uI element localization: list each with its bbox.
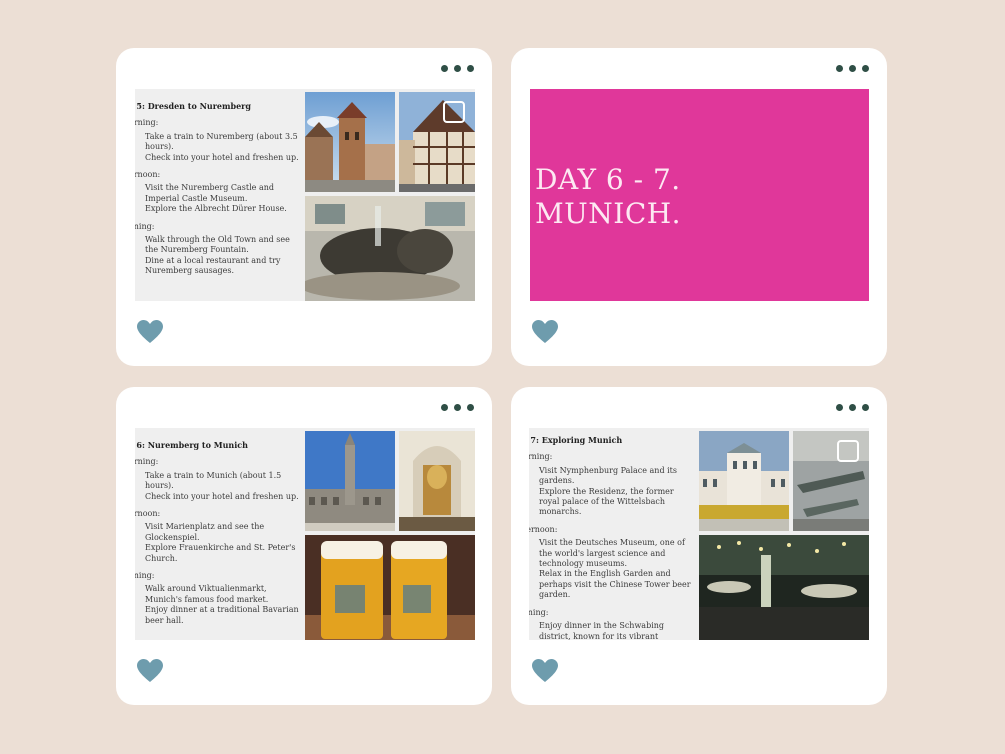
- list-item: Take a train to Nuremberg (about 3.5 hou…: [145, 131, 298, 152]
- heart-icon[interactable]: [532, 659, 558, 683]
- section-label: orning:: [135, 457, 159, 467]
- slide-title: y 7: Exploring Munich: [529, 435, 623, 445]
- museum-photo: [793, 431, 869, 531]
- list-item: Walk around Viktualienmarkt, Munich's fa…: [145, 584, 269, 604]
- castle-photo: [305, 92, 395, 192]
- heart-icon[interactable]: [137, 659, 163, 683]
- list-item: Enjoy dinner at a traditional Bavarian b…: [145, 605, 299, 625]
- slide-preview[interactable]: DAY 6 - 7. MUNICH.: [530, 89, 869, 301]
- more-dots-icon[interactable]: [836, 65, 869, 72]
- palace-photo: [699, 431, 789, 531]
- more-dots-icon[interactable]: [836, 404, 869, 411]
- list-item: Check into your hotel and freshen up.: [145, 491, 299, 501]
- post-card-munich-title: DAY 6 - 7. MUNICH.: [511, 48, 887, 366]
- itinerary-text: y 6: Nuremberg to Munich orning: Take a …: [135, 440, 299, 633]
- list-item: Enjoy dinner in the Schwabing district, …: [539, 621, 665, 640]
- fountain-photo: [305, 196, 475, 301]
- more-dots-icon[interactable]: [441, 65, 474, 72]
- itinerary-text: y 7: Exploring Munich orning: Visit Nymp…: [529, 435, 693, 640]
- section-label: ening:: [135, 221, 155, 231]
- list-item: Check into your hotel and freshen up.: [145, 152, 299, 162]
- slide-preview[interactable]: y 6: Nuremberg to Munich orning: Take a …: [135, 428, 475, 640]
- heart-icon[interactable]: [137, 320, 163, 344]
- post-card-day5: y 5: Dresden to Nuremberg orning: Take a…: [116, 48, 492, 366]
- list-item: Visit Nymphenburg Palace and its gardens…: [539, 465, 677, 486]
- section-label: ernoon:: [135, 509, 161, 519]
- section-label: orning:: [529, 452, 553, 462]
- list-item: Relax in the English Garden and perhaps …: [539, 569, 691, 600]
- list-item: Explore the Albrecht Dürer House.: [145, 204, 287, 214]
- gallery-icon: [443, 101, 465, 123]
- itinerary-text: y 5: Dresden to Nuremberg orning: Take a…: [135, 101, 299, 284]
- section-label: orning:: [135, 118, 159, 128]
- slide-heading: DAY 6 - 7. MUNICH.: [535, 163, 681, 231]
- section-label: ternoon:: [529, 524, 558, 534]
- section-label: ening:: [529, 607, 549, 617]
- beer-photo: [305, 535, 475, 640]
- list-item: Visit the Deutsches Museum, one of the w…: [539, 538, 685, 569]
- slide-preview[interactable]: y 7: Exploring Munich orning: Visit Nymp…: [529, 428, 869, 640]
- more-dots-icon[interactable]: [441, 404, 474, 411]
- slide-title: y 5: Dresden to Nuremberg: [135, 101, 251, 111]
- post-card-day6: y 6: Nuremberg to Munich orning: Take a …: [116, 387, 492, 705]
- section-label: ening:: [135, 571, 155, 581]
- list-item: Explore the Residenz, the former royal p…: [539, 486, 674, 517]
- list-item: Walk through the Old Town and see the Nu…: [145, 235, 290, 255]
- list-item: Visit Marienplatz and see the Glockenspi…: [145, 522, 265, 542]
- list-item: Dine at a local restaurant and try Nurem…: [145, 255, 281, 276]
- slide-preview[interactable]: y 5: Dresden to Nuremberg orning: Take a…: [135, 89, 475, 301]
- heading-line-2: MUNICH.: [535, 197, 682, 230]
- house-photo: [399, 92, 475, 192]
- section-label: ernoon:: [135, 170, 161, 180]
- list-item: Take a train to Munich (about 1.5 hours)…: [145, 470, 282, 491]
- heading-line-1: DAY 6 - 7.: [535, 163, 681, 196]
- list-item: Explore Frauenkirche and St. Peter's Chu…: [145, 543, 296, 563]
- list-item: Visit the Nuremberg Castle and Imperial …: [145, 183, 274, 203]
- church-interior-photo: [399, 431, 475, 531]
- beer-garden-photo: [699, 535, 869, 640]
- heart-icon[interactable]: [532, 320, 558, 344]
- post-card-day7: y 7: Exploring Munich orning: Visit Nymp…: [511, 387, 887, 705]
- town-hall-photo: [305, 431, 395, 531]
- slide-title: y 6: Nuremberg to Munich: [135, 440, 248, 450]
- gallery-icon: [837, 440, 859, 462]
